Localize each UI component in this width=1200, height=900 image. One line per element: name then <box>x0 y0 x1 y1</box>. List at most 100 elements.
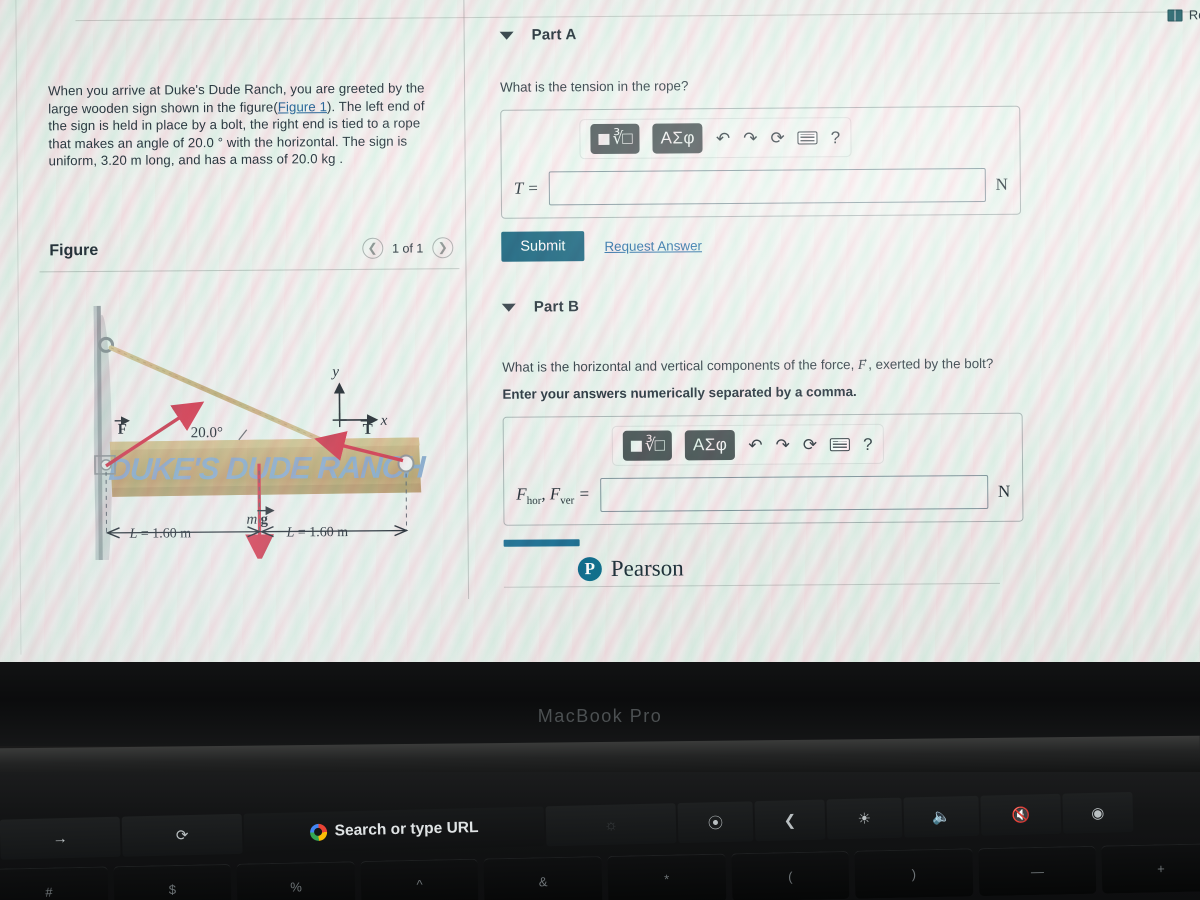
pearson-mark-icon: P <box>577 557 602 582</box>
figure-counter: 1 of 1 <box>391 240 424 256</box>
nth-root-icon: ∛□ <box>644 435 665 455</box>
part-a-variable-label: T = <box>513 178 539 198</box>
problem-statement: When you arrive at Duke's Dude Ranch, yo… <box>48 79 431 170</box>
macbook-pro-label: MacBook Pro <box>537 706 663 726</box>
keyboard-icon[interactable] <box>830 437 851 451</box>
key-paren-open[interactable]: ( <box>730 850 850 900</box>
figure-header: Figure ❮ 1 of 1 ❯ <box>49 237 454 261</box>
part-a-answer-input[interactable] <box>548 167 986 206</box>
help-icon[interactable]: ? <box>831 128 841 147</box>
figure-diagram[interactable]: DUKE'S DUDE RANCH F T m g 20.0° y x L = … <box>80 287 442 561</box>
part-b-instruction: Enter your answers numerically separated… <box>502 384 857 402</box>
part-a-question: What is the tension in the rope? <box>499 78 689 95</box>
reset-icon[interactable]: ⟳ <box>803 435 817 454</box>
google-icon <box>309 823 327 841</box>
touchbar-search-field[interactable]: Search or type URL <box>243 806 545 854</box>
greek-label: ΑΣφ <box>660 128 696 148</box>
help-icon[interactable]: ? <box>863 434 873 453</box>
svg-text:L = 1.60 m: L = 1.60 m <box>285 525 348 540</box>
part-b-question: What is the horizontal and vertical comp… <box>502 352 1022 377</box>
key-asterisk[interactable]: * <box>607 853 726 900</box>
reset-icon[interactable]: ⟳ <box>770 128 784 147</box>
part-b-header[interactable]: Part B <box>501 295 1022 316</box>
physics-diagram-svg: DUKE'S DUDE RANCH F T m g 20.0° y x L = … <box>93 305 427 561</box>
part-a-request-answer-link[interactable]: Request Answer <box>604 238 702 254</box>
screen-bezel-bottom <box>0 662 1200 746</box>
part-b-variable-label: Fhor, Fver = <box>516 483 591 507</box>
pearson-brand-name: Pearson <box>610 555 684 581</box>
greek-symbols-button[interactable]: ΑΣφ <box>684 429 736 461</box>
key-caret[interactable]: ^ <box>360 858 479 900</box>
svg-text:g: g <box>260 512 268 528</box>
touchbar-keyboard-backlight-button[interactable]: ☼ <box>545 803 677 847</box>
touchbar-back-button[interactable]: ❮ <box>754 799 826 842</box>
page-left-rule <box>15 0 22 655</box>
part-a-math-toolbar: ∛□ ΑΣφ ↶ ↷ ⟳ ? <box>579 117 852 160</box>
content-bottom-rule <box>503 582 1000 588</box>
part-a-submit-button[interactable]: Submit <box>501 231 585 262</box>
review-button[interactable]: Re <box>1167 7 1200 23</box>
screenshot-root: Re When you arrive at Duke's Dude Ranch,… <box>0 0 1200 900</box>
part-b-label: Part B <box>533 298 580 316</box>
parts-panel: Part A What is the tension in the rope? … <box>499 23 1024 583</box>
problem-panel: When you arrive at Duke's Dude Ranch, yo… <box>48 79 449 170</box>
placeholder-box-icon <box>598 133 610 145</box>
key-minus[interactable]: — <box>978 845 1097 897</box>
undo-icon[interactable]: ↶ <box>716 128 730 147</box>
touchbar-expand-button[interactable]: ⦿ <box>677 801 754 844</box>
greek-symbols-button[interactable]: ΑΣφ <box>652 123 704 154</box>
key-percent[interactable]: % <box>236 861 356 900</box>
touchbar-forward-button[interactable]: → <box>0 816 121 860</box>
part-a-answer-box: ∛□ ΑΣφ ↶ ↷ ⟳ ? T = N <box>500 105 1022 219</box>
part-a-input-row: T = N <box>513 167 1008 206</box>
part-a-section: Part A What is the tension in the rope? … <box>499 23 1022 262</box>
caret-down-icon[interactable] <box>501 303 516 312</box>
laptop-screen: Re When you arrive at Duke's Dude Ranch,… <box>0 0 1200 672</box>
math-template-button[interactable]: ∛□ <box>622 430 673 461</box>
svg-text:T: T <box>363 422 373 438</box>
undo-icon[interactable]: ↶ <box>748 435 762 454</box>
figure-1-link[interactable]: Figure 1 <box>278 99 327 114</box>
part-b-section: Part B What is the horizontal and vertic… <box>501 295 1024 583</box>
nth-root-icon: ∛□ <box>612 128 632 148</box>
svg-text:m: m <box>246 512 257 528</box>
math-template-button[interactable]: ∛□ <box>590 123 640 155</box>
svg-text:F: F <box>118 422 127 438</box>
redo-icon[interactable]: ↷ <box>776 435 790 454</box>
touchbar-reload-button[interactable]: ⟳ <box>121 813 243 857</box>
touchbar-volume-button[interactable]: 🔈 <box>903 795 980 838</box>
key-ampersand[interactable]: & <box>483 856 603 900</box>
placeholder-box-icon <box>630 440 642 452</box>
part-a-label: Part A <box>531 26 577 44</box>
part-a-header[interactable]: Part A <box>499 23 1020 44</box>
part-b-force-vector-symbol: → F <box>857 352 870 372</box>
caret-down-icon[interactable] <box>499 31 514 40</box>
key-plus[interactable]: + <box>1101 843 1200 894</box>
book-icon <box>1167 8 1183 22</box>
touchbar-siri-button[interactable]: ◉ <box>1062 791 1134 834</box>
svg-text:x: x <box>380 413 388 429</box>
redo-icon[interactable]: ↷ <box>743 128 757 147</box>
review-label: Re <box>1188 7 1200 23</box>
figure-prev-button[interactable]: ❮ <box>361 237 384 259</box>
key-dollar[interactable]: $ <box>113 863 232 900</box>
keyboard-icon[interactable] <box>797 130 818 144</box>
figure-next-button[interactable]: ❯ <box>432 237 454 259</box>
key-paren-close[interactable]: ) <box>854 848 974 899</box>
column-divider <box>463 0 470 600</box>
page-top-rule <box>75 11 1196 22</box>
key-hash[interactable]: # <box>0 866 109 900</box>
part-a-unit: N <box>995 174 1008 194</box>
svg-text:y: y <box>330 364 339 380</box>
touchbar-mute-button[interactable]: 🔇 <box>980 793 1062 836</box>
part-b-submit-button[interactable] <box>503 536 1024 547</box>
touchbar-search-placeholder: Search or type URL <box>334 818 479 840</box>
part-a-actions: Submit Request Answer <box>501 228 1021 262</box>
part-b-input-row: Fhor, Fver = N <box>516 474 1010 513</box>
touchbar-brightness-button[interactable]: ☀ <box>826 797 903 840</box>
part-b-answer-input[interactable] <box>599 474 989 513</box>
svg-text:20.0°: 20.0° <box>191 425 223 441</box>
figure-title: Figure <box>49 241 99 259</box>
figure-pager: ❮ 1 of 1 ❯ <box>361 237 454 259</box>
figure-divider <box>39 268 460 273</box>
